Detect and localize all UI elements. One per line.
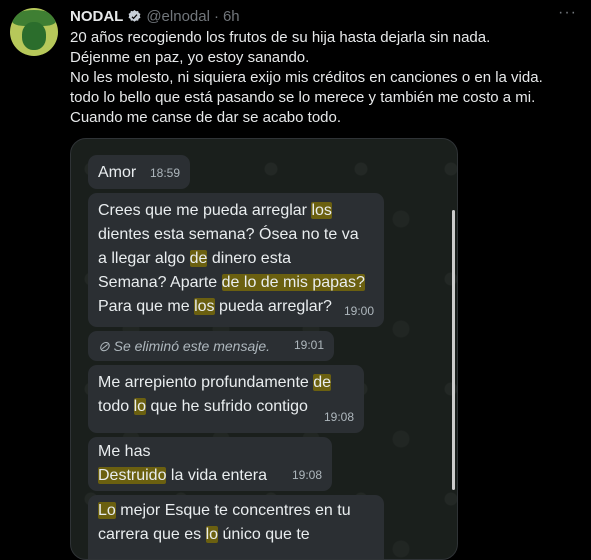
- message-text: que he sufrido contigo: [146, 398, 308, 415]
- message-text: Me arrepiento profundamente: [98, 374, 314, 391]
- tweet-line: Cuando me canse de dar se acabo todo.: [70, 109, 342, 126]
- highlight: lo: [205, 526, 219, 543]
- message-text: la vida entera: [166, 467, 267, 484]
- highlight: de: [189, 250, 208, 267]
- message-time: 19:08: [291, 468, 322, 482]
- tweet-header: NODAL @elnodal · 6h: [70, 6, 591, 26]
- highlight: lo: [133, 398, 147, 415]
- chat-scrollbar[interactable]: [452, 210, 455, 490]
- chat-bubble: Crees que me pueda arreglar los dientes …: [88, 193, 384, 327]
- message-time: 18:59: [149, 166, 180, 180]
- tweet-line: No les molesto, ni siquiera exijo mis cr…: [70, 69, 543, 86]
- highlight: los: [311, 202, 332, 219]
- highlight: Destruido: [98, 467, 167, 484]
- message-text: todo: [98, 398, 134, 415]
- highlight: de lo de mis papas?: [221, 274, 365, 291]
- message-text: Para que me: [98, 298, 195, 315]
- message-text: dientes esta semana? Ósea no te va: [98, 226, 359, 243]
- chat-bubble: Me arrepiento profundamente de todo lo q…: [88, 365, 364, 433]
- message-text: a llegar algo: [98, 250, 190, 267]
- message-text: carrera que es: [98, 526, 206, 543]
- deleted-message-text: Se eliminó este mensaje.: [113, 338, 271, 354]
- message-time: 19:08: [323, 410, 354, 424]
- message-text: Amor: [98, 164, 137, 181]
- message-text: pueda arreglar?: [214, 298, 332, 315]
- blocked-icon: ⊘: [98, 338, 114, 354]
- highlight: de: [313, 374, 332, 391]
- avatar-face: [22, 22, 46, 50]
- verified-icon: [128, 9, 141, 22]
- author-name[interactable]: NODAL: [70, 8, 123, 25]
- separator-dot: ·: [213, 7, 219, 25]
- highlight: los: [194, 298, 215, 315]
- tweet-text: 20 años recogiendo los frutos de su hija…: [70, 28, 585, 128]
- author-avatar[interactable]: [10, 8, 58, 56]
- message-text: Semana? Aparte: [98, 274, 222, 291]
- message-time: 19:01: [293, 338, 324, 352]
- chat-bubble: Lo mejor Esque te concentres en tu carre…: [88, 495, 384, 559]
- author-handle[interactable]: @elnodal: [146, 8, 210, 25]
- highlight: Lo: [98, 502, 116, 519]
- more-options-icon[interactable]: ···: [558, 4, 577, 22]
- chat-bubble: Amor 18:59: [88, 155, 190, 189]
- chat-bubble: Me has Destruido la vida entera 19:08: [88, 437, 332, 491]
- tweet-media-image[interactable]: Amor 18:59 Crees que me pueda arreglar l…: [70, 138, 458, 560]
- message-time: 19:00: [343, 304, 374, 318]
- tweet-line: todo lo bello que está pasando se lo mer…: [70, 89, 536, 106]
- tweet-line: 20 años recogiendo los frutos de su hija…: [70, 29, 491, 46]
- deleted-message-bubble: ⊘ Se eliminó este mensaje. 19:01: [88, 331, 334, 361]
- tweet-time[interactable]: 6h: [223, 8, 240, 25]
- message-text: Crees que me pueda arreglar: [98, 202, 312, 219]
- message-text: único que te: [218, 526, 310, 543]
- message-text: dinero esta: [207, 250, 292, 267]
- message-text: Me has: [98, 443, 151, 460]
- message-text: mejor Esque te concentres en tu: [115, 502, 351, 519]
- tweet-line: Déjenme en paz, yo estoy sanando.: [70, 49, 310, 66]
